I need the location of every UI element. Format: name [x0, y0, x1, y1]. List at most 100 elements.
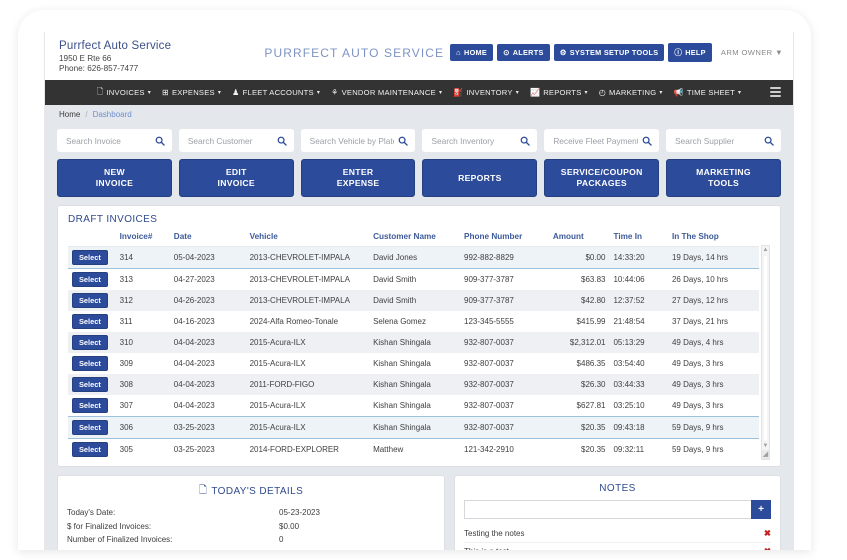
nav-item-marketing[interactable]: ◴ MARKETING ▾	[599, 88, 663, 97]
table-vertical-scrollbar[interactable]: ▲ ▼ ◢	[761, 245, 770, 460]
action-button-row: NEW INVOICE EDIT INVOICE ENTER EXPENSE R…	[57, 159, 781, 197]
search-supplier-box[interactable]	[666, 129, 781, 152]
search-customer-input[interactable]	[185, 134, 275, 147]
cell-invoice-number: 310	[115, 332, 170, 353]
table-row[interactable]: Select 308 04-04-2023 2011-FORD-FIGO Kishan …	[68, 374, 759, 395]
cell-invoice-number: 307	[119, 401, 133, 410]
detail-value: $0.00	[279, 521, 300, 531]
select-button[interactable]: Select	[72, 442, 108, 457]
select-button[interactable]: Select	[72, 314, 108, 329]
receive-fleet-payment-input[interactable]	[551, 134, 641, 147]
cell-vehicle: 2015-Acura-ILX	[245, 416, 370, 439]
table-row[interactable]: Select 307 04-04-2023 2015-Acura-ILX Kishan …	[68, 395, 759, 417]
cell-in-the-shop: 37 Days, 21 hrs	[671, 317, 728, 326]
cell-select: Select	[68, 269, 116, 291]
chevron-down-icon: ▾	[515, 90, 519, 96]
add-note-button[interactable]: +	[751, 500, 771, 519]
table-row[interactable]: Select 310 04-04-2023 2015-Acura-ILX Kishan …	[68, 332, 759, 353]
select-button[interactable]: Select	[72, 293, 108, 308]
table-row[interactable]: Select 306 03-25-2023 2015-Acura-ILX Kishan …	[68, 416, 759, 439]
table-header-row: Invoice# Date Vehicle Customer Name Phon…	[68, 229, 759, 247]
delete-note-icon[interactable]: ✖	[764, 528, 771, 539]
cell-invoice-number: 305	[119, 445, 133, 454]
edit-invoice-button[interactable]: EDIT INVOICE	[178, 159, 294, 197]
cell-invoice-number: 308	[115, 374, 170, 395]
search-icon	[520, 136, 531, 146]
cell-date: 04-04-2023	[169, 374, 246, 395]
help-button[interactable]: ⓘ HELP	[668, 43, 712, 62]
nav-items: 🗋 INVOICES ▾ ⊞ EXPENSES ▾ ♟ FLEET ACCOUN…	[97, 86, 742, 100]
cell-amount: $0.00	[548, 246, 610, 269]
scroll-down-arrow-icon[interactable]: ▼	[762, 443, 769, 450]
enter-expense-button[interactable]: ENTER EXPENSE	[300, 159, 416, 197]
search-inventory-input[interactable]	[429, 134, 519, 147]
service-coupon-line2: PACKAGES	[576, 178, 627, 188]
breadcrumb-home[interactable]: Home	[59, 110, 80, 119]
cell-vehicle: 2013-CHEVROLET-IMPALA	[245, 290, 370, 311]
nav-item-vendor-maintenance[interactable]: ⚘ VENDOR MAINTENANCE ▾	[331, 88, 442, 97]
breadcrumb-dashboard[interactable]: Dashboard	[93, 110, 132, 119]
nav-item-fleet-accounts[interactable]: ♟ FLEET ACCOUNTS ▾	[232, 88, 320, 97]
table-row[interactable]: Select 305 03-25-2023 2014-FORD-EXPLORER Mat…	[68, 439, 759, 461]
nav-item-invoices[interactable]: 🗋 INVOICES ▾	[97, 86, 151, 100]
table-row[interactable]: Select 314 05-04-2023 2013-CHEVROLET-IMPALA…	[68, 246, 759, 269]
marketing-tools-button[interactable]: MARKETING TOOLS	[666, 159, 781, 197]
table-row[interactable]: Select 313 04-27-2023 2013-CHEVROLET-IMPALA…	[68, 269, 759, 291]
search-zone: NEW INVOICE EDIT INVOICE ENTER EXPENSE R…	[45, 124, 793, 205]
system-setup-tools-button[interactable]: ⚙ SYSTEM SETUP TOOLS	[553, 44, 665, 61]
scroll-up-arrow-icon[interactable]: ▲	[762, 247, 769, 254]
search-invoice-input[interactable]	[64, 134, 153, 147]
new-invoice-button[interactable]: NEW INVOICE	[57, 159, 172, 197]
search-vehicle-by-plate-box[interactable]	[300, 129, 416, 152]
cell-time-in: 03:25:10	[613, 401, 645, 410]
cell-time-in: 09:43:18	[609, 416, 668, 439]
scrollbar-track	[764, 256, 767, 441]
nav-item-expenses[interactable]: ⊞ EXPENSES ▾	[162, 88, 221, 97]
hamburger-menu-icon[interactable]	[770, 87, 781, 97]
table-row[interactable]: Select 309 04-04-2023 2015-Acura-ILX Kishan …	[68, 353, 759, 374]
note-input-row: +	[464, 500, 771, 519]
nav-item-time-sheet[interactable]: 📢 TIME SHEET ▾	[674, 88, 742, 97]
cell-date: 04-16-2023	[173, 317, 215, 326]
home-button[interactable]: ⌂ HOME	[450, 44, 494, 61]
cell-in-the-shop: 49 Days, 3 hrs	[667, 374, 759, 395]
cell-phone-number: 932-807-0037	[464, 401, 514, 410]
reports-button[interactable]: REPORTS	[422, 159, 538, 197]
draft-invoices-table-wrap: Invoice# Date Vehicle Customer Name Phon…	[68, 229, 770, 460]
select-button[interactable]: Select	[72, 420, 108, 435]
info-icon: ⓘ	[674, 48, 683, 57]
nav-item-inventory[interactable]: ⛽ INVENTORY ▾	[453, 88, 519, 97]
cell-invoice-number: 311	[119, 317, 133, 326]
select-button[interactable]: Select	[72, 335, 108, 350]
search-invoice-box[interactable]	[57, 129, 172, 152]
search-vehicle-by-plate-input[interactable]	[307, 134, 397, 147]
notes-list: Testing the notes✖This is a test✖	[464, 525, 771, 550]
alerts-button[interactable]: ⊙ ALERTS	[497, 44, 550, 61]
select-button[interactable]: Select	[72, 356, 108, 371]
search-inventory-box[interactable]	[422, 129, 538, 152]
cell-customer-name: Kishan Shingala	[373, 359, 431, 368]
table-row[interactable]: Select 311 04-16-2023 2024-Alfa Romeo-Tonal…	[68, 311, 759, 332]
edit-invoice-line1: EDIT	[225, 167, 247, 177]
search-supplier-input[interactable]	[673, 134, 762, 147]
cell-in-the-shop: 26 Days, 10 hrs	[671, 275, 728, 284]
site-title: PURRFECT AUTO SERVICE	[264, 45, 445, 60]
detail-label: $ for Finalized Invoices:	[67, 521, 152, 531]
select-button[interactable]: Select	[72, 377, 108, 392]
draft-invoices-card: DRAFT INVOICES Invoice# Date Vehicle Cus…	[57, 205, 781, 467]
receive-fleet-payment-box[interactable]	[544, 129, 660, 152]
select-button[interactable]: Select	[72, 272, 108, 287]
select-button[interactable]: Select	[72, 250, 108, 265]
service-coupon-packages-button[interactable]: SERVICE/COUPON PACKAGES	[544, 159, 660, 197]
nav-item-reports[interactable]: 📈 REPORTS ▾	[530, 88, 588, 97]
account-menu[interactable]: ARM OWNER ▼	[721, 48, 783, 57]
cell-date: 04-04-2023	[169, 332, 246, 353]
resize-grip-icon[interactable]: ◢	[762, 450, 769, 459]
cell-time-in: 14:33:20	[609, 246, 668, 269]
note-input[interactable]	[464, 500, 751, 519]
select-button[interactable]: Select	[72, 398, 108, 413]
delete-note-icon[interactable]: ✖	[764, 546, 771, 550]
table-row[interactable]: Select 312 04-26-2023 2013-CHEVROLET-IMPALA…	[68, 290, 759, 311]
document-icon: 🗋	[198, 485, 208, 496]
search-customer-box[interactable]	[178, 129, 294, 152]
